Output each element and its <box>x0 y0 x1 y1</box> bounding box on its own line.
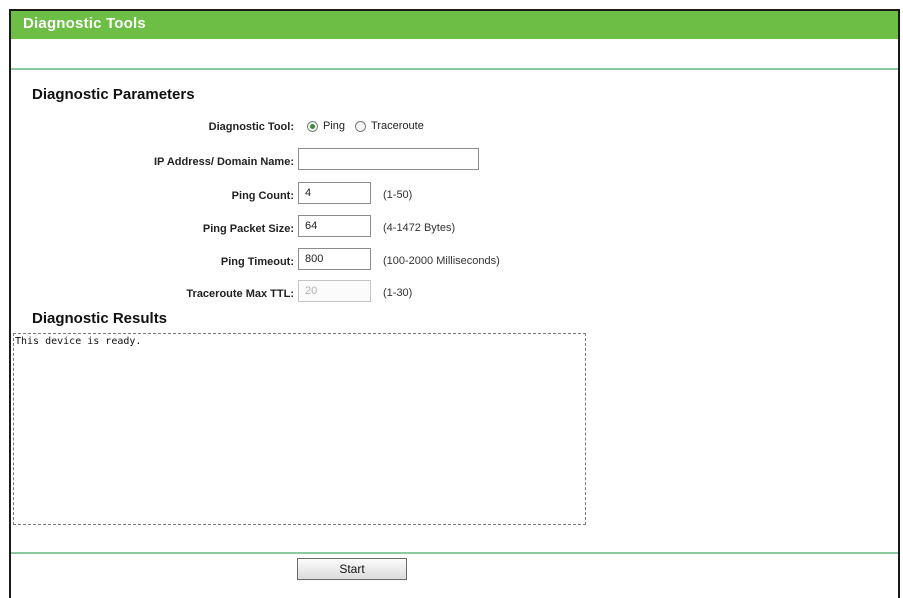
traceroute-max-ttl-label: Traceroute Max TTL: <box>186 288 294 300</box>
diagnostic-tools-panel: Diagnostic Tools Diagnostic Parameters D… <box>9 9 900 598</box>
traceroute-radio-label[interactable]: Traceroute <box>371 120 424 132</box>
ping-timeout-input[interactable] <box>298 248 371 270</box>
results-textarea[interactable]: This device is ready. <box>13 333 586 525</box>
start-button[interactable]: Start <box>297 558 407 580</box>
ip-address-input[interactable] <box>298 148 479 170</box>
ping-radio-label[interactable]: Ping <box>323 120 345 132</box>
traceroute-radio[interactable] <box>355 120 367 132</box>
ping-radio[interactable] <box>307 120 318 132</box>
ping-timeout-hint: (100-2000 Milliseconds) <box>383 255 500 267</box>
bottom-divider <box>11 552 898 554</box>
parameters-section-title: Diagnostic Parameters <box>32 86 195 103</box>
diagnostic-tool-label: Diagnostic Tool: <box>208 121 294 133</box>
ping-count-input[interactable] <box>298 182 371 204</box>
results-section-title: Diagnostic Results <box>32 310 168 327</box>
ping-packet-size-input[interactable] <box>298 215 371 237</box>
page-title: Diagnostic Tools <box>23 15 146 32</box>
ping-packet-size-hint: (4-1472 Bytes) <box>383 222 456 234</box>
title-bar: Diagnostic Tools <box>11 9 898 39</box>
ping-count-hint: (1-50) <box>383 189 413 201</box>
traceroute-max-ttl-hint: (1-30) <box>383 287 413 299</box>
ping-timeout-label: Ping Timeout: <box>220 256 294 268</box>
top-divider <box>11 68 898 70</box>
ping-packet-size-label: Ping Packet Size: <box>202 223 294 235</box>
diagnostic-tool-radio-group: Ping Traceroute <box>307 120 434 132</box>
ping-count-label: Ping Count: <box>231 190 294 202</box>
traceroute-max-ttl-input[interactable] <box>298 280 371 302</box>
ip-address-label: IP Address/ Domain Name: <box>154 156 294 168</box>
